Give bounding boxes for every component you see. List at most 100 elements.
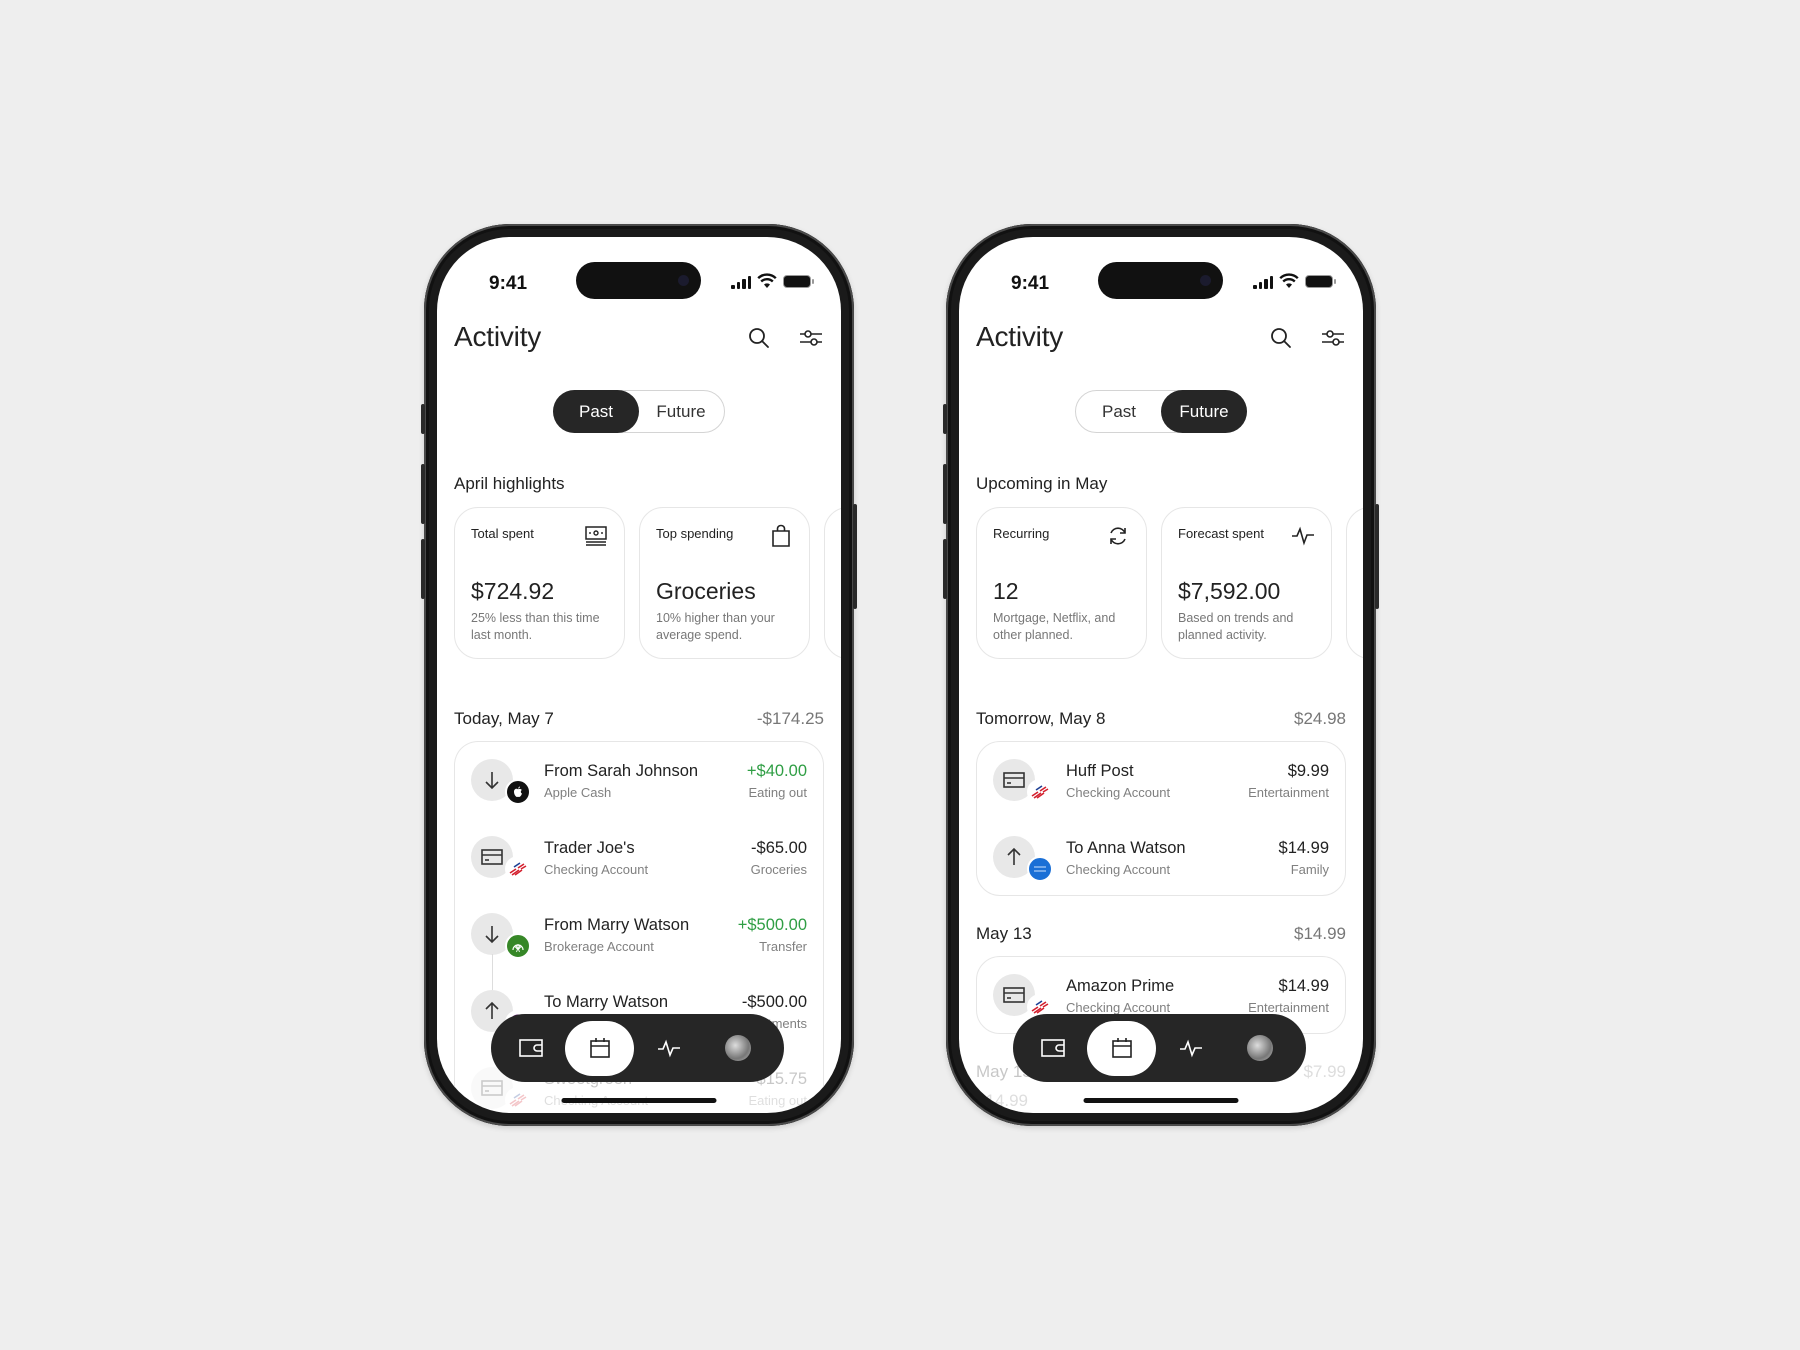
- tab-calendar[interactable]: [1087, 1020, 1156, 1076]
- highlight-card-forecast[interactable]: Forecast spent $7,592.00 Based on trends…: [1161, 507, 1332, 659]
- segment-future[interactable]: Future: [638, 391, 724, 432]
- day-label: Today, May 7: [454, 709, 554, 728]
- day-total: $7.99: [1303, 1062, 1346, 1081]
- wallet-icon: [1040, 1039, 1065, 1057]
- tab-profile[interactable]: [703, 1021, 772, 1076]
- search-icon[interactable]: [746, 325, 772, 351]
- screen: 9:41 Activity Past Future April highligh…: [437, 237, 841, 1113]
- card-subtitle: Based on trends and planned activity.: [1178, 611, 1294, 642]
- signal-icon: [1253, 276, 1273, 289]
- shopping-bag-icon: [772, 524, 790, 547]
- tab-bar: [1013, 1014, 1306, 1082]
- transaction-account: Apple Cash: [544, 785, 612, 800]
- volume-up-button: [943, 464, 947, 524]
- dynamic-island: [576, 262, 701, 299]
- highlight-card-recurring[interactable]: Recurring 12 Mortgage, Netflix, and othe…: [976, 507, 1147, 659]
- apple-icon: [505, 779, 531, 805]
- volume-down-button: [421, 539, 425, 599]
- transaction-amount: -$500.00: [741, 993, 807, 1011]
- wifi-icon: [757, 273, 777, 288]
- signal-icon: [731, 276, 751, 289]
- tab-wallet[interactable]: [496, 1021, 565, 1076]
- battery-icon: [783, 275, 814, 288]
- transaction-row[interactable]: From Marry Watson Brokerage Account +$50…: [455, 896, 823, 992]
- day-total: -$174.25: [756, 709, 824, 728]
- day-header: May 13 $14.99: [976, 924, 1346, 944]
- card-subtitle: 25% less than this time last month.: [471, 611, 600, 642]
- day-label: Tomorrow, May 8: [976, 709, 1106, 728]
- transaction-row[interactable]: Huff Post Checking Account $9.99 Enterta…: [977, 742, 1345, 819]
- search-icon[interactable]: [1268, 325, 1294, 351]
- segment-future[interactable]: Future: [1161, 390, 1247, 433]
- status-time: 9:41: [489, 273, 528, 294]
- status-bar: 9:41: [437, 237, 841, 299]
- tab-activity[interactable]: [634, 1021, 703, 1076]
- transaction-category: Family: [1290, 862, 1329, 877]
- wifi-icon: [1279, 273, 1299, 288]
- transaction-name: To Marry Watson: [544, 993, 669, 1011]
- transaction-name: From Sarah Johnson: [544, 762, 699, 780]
- arrow-up-icon: [485, 1001, 499, 1019]
- past-future-toggle: Past Future: [1075, 390, 1247, 433]
- home-indicator[interactable]: [561, 1098, 717, 1103]
- segment-past[interactable]: Past: [1076, 391, 1162, 432]
- day-subtotal-value: $14.99: [976, 1091, 1028, 1110]
- transaction-category: Entertainment: [1248, 785, 1329, 800]
- transaction-row[interactable]: To Anna Watson Checking Account $14.99 F…: [977, 819, 1345, 896]
- transaction-amount: $9.99: [1287, 762, 1329, 780]
- highlights-title: Upcoming in May: [976, 474, 1108, 493]
- power-button: [1375, 504, 1379, 609]
- card-value: 12: [993, 578, 1019, 604]
- highlight-card-peek[interactable]: [824, 507, 841, 659]
- day-header: Tomorrow, May 8 $24.98: [976, 709, 1346, 729]
- transaction-category: Eating out: [748, 785, 807, 800]
- phone-past: 9:41 Activity Past Future April highligh…: [421, 224, 857, 1126]
- segment-past[interactable]: Past: [553, 390, 639, 433]
- arrow-up-icon: [1007, 847, 1021, 865]
- wallet-icon: [518, 1039, 543, 1057]
- transaction-row[interactable]: From Sarah Johnson Apple Cash +$40.00 Ea…: [455, 742, 823, 819]
- highlights-carousel[interactable]: Recurring 12 Mortgage, Netflix, and othe…: [976, 507, 1363, 659]
- day-total: $24.98: [1294, 709, 1346, 728]
- tab-profile[interactable]: [1225, 1021, 1294, 1076]
- profile-avatar: [1246, 1035, 1273, 1061]
- action-button: [421, 404, 425, 434]
- dynamic-island: [1098, 262, 1223, 299]
- fidelity-icon: [505, 933, 531, 959]
- highlight-card-peek[interactable]: [1346, 507, 1363, 659]
- page-title: Activity: [454, 321, 542, 352]
- transaction-account: Checking Account: [1066, 785, 1171, 800]
- refresh-icon: [1110, 527, 1126, 545]
- sliders-icon[interactable]: [1320, 325, 1346, 351]
- transaction-name: To Anna Watson: [1066, 839, 1186, 857]
- home-indicator[interactable]: [1083, 1098, 1239, 1103]
- volume-up-button: [421, 464, 425, 524]
- arrow-down-icon: [485, 926, 499, 944]
- past-future-toggle: Past Future: [553, 390, 725, 433]
- transaction-name: Huff Post: [1066, 762, 1134, 780]
- battery-icon: [1305, 275, 1336, 288]
- tab-wallet[interactable]: [1018, 1021, 1087, 1076]
- calendar-icon: [1111, 1038, 1132, 1058]
- transaction-row[interactable]: Trader Joe's Checking Account -$65.00 Gr…: [455, 819, 823, 896]
- pulse-icon: [1292, 526, 1314, 546]
- highlight-card-top-spending[interactable]: Top spending Groceries 10% higher than y…: [639, 507, 810, 659]
- transaction-amount: $14.99: [1278, 977, 1329, 995]
- sliders-icon[interactable]: [798, 325, 824, 351]
- screen: 9:41 Activity Past Future Upcoming in Ma…: [959, 237, 1363, 1113]
- tab-activity[interactable]: [1156, 1021, 1225, 1076]
- highlight-card-total-spent[interactable]: Total spent $724.92 25% less than this t…: [454, 507, 625, 659]
- bank-of-america-icon: [505, 856, 531, 882]
- status-bar: 9:41: [959, 237, 1363, 299]
- transaction-list: Huff Post Checking Account $9.99 Enterta…: [976, 741, 1346, 896]
- card-subtitle: Mortgage, Netflix, and other planned.: [993, 611, 1116, 642]
- bank-of-america-icon: [505, 1087, 531, 1113]
- transaction-account: Checking Account: [1066, 1000, 1171, 1015]
- header: Activity: [454, 321, 824, 361]
- highlights-carousel[interactable]: Total spent $724.92 25% less than this t…: [454, 507, 841, 659]
- transaction-amount: +$40.00: [746, 762, 807, 780]
- camera-icon: [1200, 275, 1211, 286]
- day-header: Today, May 7 -$174.25: [454, 709, 824, 729]
- tab-calendar[interactable]: [565, 1020, 634, 1076]
- profile-avatar: [724, 1035, 751, 1061]
